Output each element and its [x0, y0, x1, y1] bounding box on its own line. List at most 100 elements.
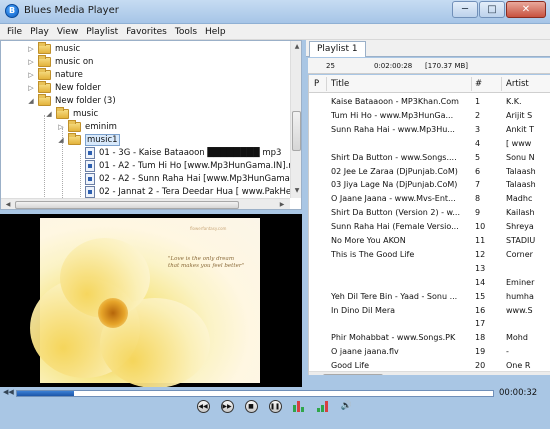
- playlist-row[interactable]: In Dino Dil Mera 16 www.S: [309, 304, 550, 317]
- playlist-row[interactable]: O Jaane Jaana - www.Mvs-Ent... 8 Madhc: [309, 192, 550, 205]
- track-number: 20: [475, 361, 486, 371]
- playlist-row[interactable]: Phir Mohabbat - www.Songs.PK 18 Mohd: [309, 331, 550, 344]
- scroll-right-icon[interactable]: ▶: [538, 373, 548, 375]
- pause-button[interactable]: ❚❚: [268, 400, 282, 413]
- expand-arrow-icon[interactable]: ▷: [27, 58, 35, 66]
- tree-item[interactable]: ▷ music on: [27, 54, 93, 68]
- menu-view[interactable]: View: [53, 24, 82, 40]
- column-divider[interactable]: [501, 77, 502, 91]
- scroll-up-icon[interactable]: ▲: [292, 42, 301, 52]
- column-divider[interactable]: [471, 77, 472, 91]
- scroll-thumb[interactable]: [292, 111, 301, 151]
- column-header-artist[interactable]: Artist: [506, 79, 529, 89]
- playlist-row[interactable]: Shirt Da Button (Version 2) - w... 9 Kaila…: [309, 206, 550, 219]
- tree-vertical-scrollbar[interactable]: ▲ ▼: [290, 41, 301, 198]
- tree-item-label: New folder: [55, 82, 101, 93]
- expand-arrow-icon[interactable]: ▷: [27, 71, 35, 79]
- tree-file[interactable]: 01 - A2 - Tum Hi Ho [www.Mp3HunGama.IN].…: [85, 159, 297, 172]
- menu-tools[interactable]: Tools: [171, 24, 201, 40]
- track-title: Sunn Raha Hai - www.Mp3Hu...: [331, 124, 455, 134]
- folder-icon: [38, 67, 51, 80]
- menu-favorites[interactable]: Favorites: [122, 24, 171, 40]
- next-track-button[interactable]: ▶▶: [220, 400, 234, 413]
- collapse-arrow-icon[interactable]: ◢: [57, 136, 65, 144]
- menu-help[interactable]: Help: [201, 24, 230, 40]
- tree-item[interactable]: ◢ music: [45, 106, 98, 120]
- scroll-thumb[interactable]: [15, 201, 239, 209]
- tree-file[interactable]: 02 - A2 - Sunn Raha Hai [www.Mp3HunGama.…: [85, 172, 301, 185]
- scroll-down-icon[interactable]: ▼: [292, 186, 301, 196]
- stop-button[interactable]: ■: [244, 400, 258, 413]
- collapse-arrow-icon[interactable]: ◢: [27, 97, 35, 105]
- tab-playlist-1[interactable]: Playlist 1: [309, 41, 366, 57]
- track-number: 11: [475, 236, 486, 245]
- mute-speaker-icon[interactable]: 🔊: [341, 400, 354, 413]
- scroll-left-icon[interactable]: ◀: [3, 200, 13, 209]
- track-artist: Mohd: [506, 333, 528, 343]
- equalizer-icon[interactable]: [292, 400, 306, 413]
- volume-level-icon[interactable]: [316, 400, 330, 413]
- track-number: 7: [475, 180, 481, 190]
- playlist-row[interactable]: 17: [309, 317, 550, 330]
- track-artist: Madhc: [506, 194, 533, 204]
- playlist-row[interactable]: Kaise Bataaoon - MP3Khan.Com 1 K.K.: [309, 95, 550, 108]
- tree-item[interactable]: ▷ music: [27, 41, 80, 55]
- track-title: Shirt Da Button - www.Songs....: [331, 152, 457, 162]
- tree-file-label: 01 - A2 - Tum Hi Ho [www.Mp3HunGama.IN].…: [99, 160, 297, 171]
- maximize-button[interactable]: □: [479, 1, 505, 18]
- scroll-left-icon[interactable]: ◀: [310, 373, 320, 375]
- menu-play[interactable]: Play: [26, 24, 53, 40]
- playlist-row[interactable]: Sunn Raha Hai (Female Versio... 10 Shreya: [309, 220, 550, 233]
- scroll-thumb[interactable]: [323, 374, 383, 375]
- previous-track-button[interactable]: ◀◀: [196, 400, 210, 413]
- column-header-number[interactable]: #: [475, 79, 482, 89]
- track-number: 15: [475, 291, 486, 301]
- playlist-row[interactable]: Sunn Raha Hai - www.Mp3Hu... 3 Ankit T: [309, 123, 550, 136]
- playlist-row[interactable]: 4 [ www: [309, 137, 550, 150]
- playlist-row[interactable]: Yeh Dil Tere Bin - Yaad - Sonu ... 15 humh…: [309, 290, 550, 303]
- tree-item[interactable]: ◢ New folder (3): [27, 93, 116, 107]
- playlist-row[interactable]: 14 Eminer: [309, 276, 550, 289]
- folder-tree[interactable]: ▷ music ▷ music on ▷ nature ▷ New folder…: [0, 40, 302, 210]
- track-number: 3: [475, 124, 481, 134]
- column-divider[interactable]: [326, 77, 327, 91]
- playlist-row[interactable]: No More You AKON 11 STADIU: [309, 234, 550, 247]
- menu-playlist[interactable]: Playlist: [82, 24, 122, 40]
- rewind-icon[interactable]: ◀◀: [3, 388, 14, 396]
- track-title: Kaise Bataaoon - MP3Khan.Com: [331, 97, 459, 106]
- tree-file[interactable]: 01 - 3G - Kaise Bataaoon ████████ mp3: [85, 146, 281, 159]
- column-header-title[interactable]: Title: [331, 79, 349, 89]
- column-header-p[interactable]: P: [314, 79, 319, 89]
- tree-horizontal-scrollbar[interactable]: ◀ ▶: [1, 198, 290, 209]
- close-button[interactable]: ✕: [506, 1, 546, 18]
- expand-arrow-icon[interactable]: ▷: [57, 123, 65, 131]
- expand-arrow-icon[interactable]: ▷: [27, 45, 35, 53]
- playlist-row[interactable]: 03 Jiya Lage Na (DjPunjab.CoM) 7 Talaash: [309, 178, 550, 191]
- playlist-row[interactable]: Shirt Da Button - www.Songs.... 5 Sonu N: [309, 151, 550, 164]
- playlist-horizontal-scrollbar[interactable]: ◀ ▶: [309, 371, 550, 375]
- playlist-row[interactable]: O jaane jaana.flv 19 -: [309, 345, 550, 358]
- tree-item-selected[interactable]: ◢ music1: [57, 132, 120, 146]
- tree-item[interactable]: ▷ New folder: [27, 80, 101, 94]
- playlist-row[interactable]: 02 Jee Le Zaraa (DjPunjab.CoM) 6 Talaash: [309, 165, 550, 178]
- scroll-right-icon[interactable]: ▶: [277, 200, 287, 209]
- tree-item[interactable]: ▷ nature: [27, 67, 83, 81]
- collapse-arrow-icon[interactable]: ◢: [45, 110, 53, 118]
- track-number: 19: [475, 347, 486, 357]
- seek-bar[interactable]: [16, 390, 494, 397]
- tree-guide-line: [44, 115, 45, 205]
- playlist-row[interactable]: 13: [309, 262, 550, 275]
- tree-item[interactable]: ▷ eminim: [57, 119, 117, 133]
- tree-file[interactable]: 02 - Jannat 2 - Tera Deedar Hua [ www.Pa…: [85, 185, 291, 198]
- minimize-button[interactable]: ─: [452, 1, 478, 18]
- flower-center: [98, 298, 128, 328]
- playlist-row[interactable]: This is The Good Life 12 Corner: [309, 248, 550, 261]
- playlist-table[interactable]: P Title # Artist Kaise Bataaoon - MP3Kha…: [308, 75, 550, 375]
- menu-file[interactable]: File: [3, 24, 26, 40]
- video-quote-text: "Love is the only dream that makes you f…: [168, 256, 245, 269]
- playlist-row[interactable]: Tum Hi Ho - www.Mp3HunGa... 2 Arijit S: [309, 109, 550, 122]
- track-title: Good Life: [331, 361, 370, 371]
- expand-arrow-icon[interactable]: ▷: [27, 84, 35, 92]
- transport-controls: ◀◀ ▶▶ ■ ❚❚ 🔊: [0, 400, 550, 415]
- video-area[interactable]: flowerfantasy.com "Love is the only drea…: [0, 214, 302, 387]
